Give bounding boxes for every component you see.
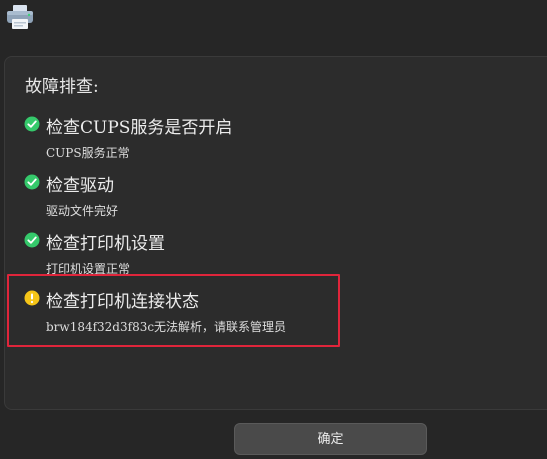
check-item-title: 检查打印机设置 [46,234,165,254]
check-item-detail: 驱动文件完好 [46,204,119,218]
check-circle-icon [24,232,40,248]
check-circle-icon [24,174,40,190]
check-circle-icon [24,116,40,132]
check-item-title: 检查CUPS服务是否开启 [46,118,233,138]
check-item-detail: CUPS服务正常 [46,146,130,160]
confirm-button[interactable]: 确定 [234,423,427,455]
check-item-title: 检查驱动 [46,176,114,196]
troubleshoot-heading: 故障排查: [25,77,99,97]
printer-icon [5,4,35,30]
highlight-annotation [7,274,340,347]
